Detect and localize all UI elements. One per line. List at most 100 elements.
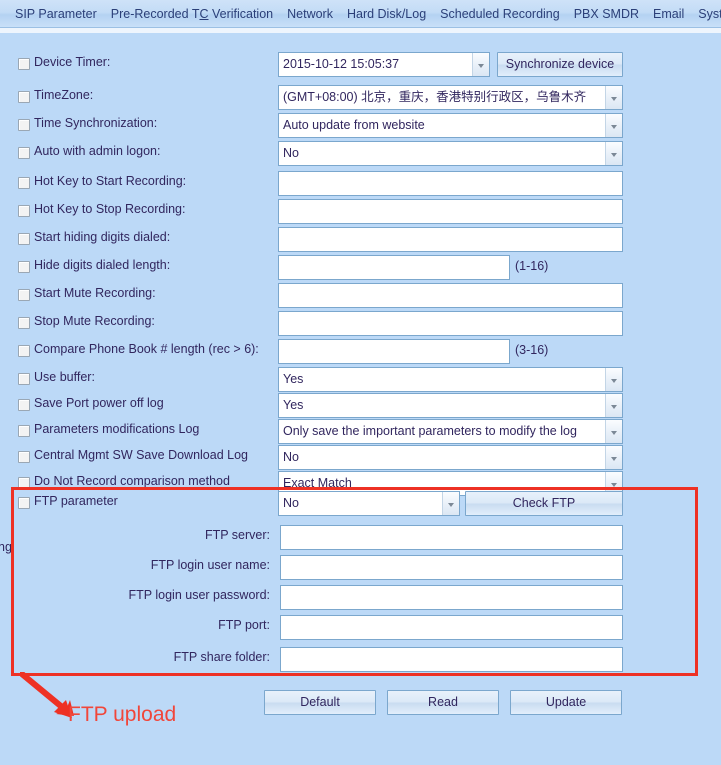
chevron-down-icon[interactable]	[605, 142, 622, 165]
label-stop-mute-recording: Stop Mute Recording:	[34, 314, 155, 328]
checkbox-use-buffer[interactable]	[18, 373, 30, 385]
chevron-down-icon[interactable]	[605, 420, 622, 443]
check-ftp-button[interactable]: Check FTP	[465, 491, 623, 516]
tab-sip-parameter[interactable]: SIP Parameter	[8, 1, 104, 27]
select-time-synchronization[interactable]: Auto update from website	[278, 113, 623, 138]
checkbox-time-synchronization[interactable]	[18, 119, 30, 131]
annotation-label-ftp-upload: FTP upload	[68, 703, 177, 726]
chevron-down-icon[interactable]	[605, 394, 622, 417]
select-save-port-power-off-log[interactable]: Yes	[278, 393, 623, 418]
input-stop-mute-recording[interactable]	[278, 311, 623, 336]
checkbox-hotkey-stop-recording[interactable]	[18, 205, 30, 217]
select-parameters-modifications-log[interactable]: Only save the important parameters to mo…	[278, 419, 623, 444]
tab-pre-recorded-tc-verification[interactable]: Pre-Recorded TC Verification	[104, 1, 280, 27]
checkbox-parameters-modifications-log[interactable]	[18, 425, 30, 437]
form-row-stop-mute-recording: Stop Mute Recording:	[0, 311, 721, 339]
checkbox-hide-digits-length[interactable]	[18, 261, 30, 273]
input-start-hiding-digits[interactable]	[278, 227, 623, 252]
checkbox-ftp-parameter[interactable]	[18, 497, 30, 509]
input-ftp-port[interactable]	[280, 615, 623, 640]
chevron-down-icon[interactable]	[605, 86, 622, 109]
select-device-timer[interactable]: 2015-10-12 15:05:37	[278, 52, 490, 77]
select-central-mgmt-download-log[interactable]: No	[278, 445, 623, 470]
chevron-down-icon[interactable]	[442, 492, 459, 515]
chevron-down-icon[interactable]	[605, 114, 622, 137]
form-row-parameters-modifications-log: Parameters modifications Log Only save t…	[0, 419, 721, 447]
checkbox-start-mute-recording[interactable]	[18, 289, 30, 301]
checkbox-auto-admin-logon[interactable]	[18, 147, 30, 159]
form-row-start-mute-recording: Start Mute Recording:	[0, 283, 721, 311]
input-hotkey-stop-recording[interactable]	[278, 199, 623, 224]
checkbox-compare-phonebook-length[interactable]	[18, 345, 30, 357]
main-tab-bar: SIP Parameter Pre-Recorded TC Verificati…	[0, 0, 721, 28]
label-parameters-modifications-log: Parameters modifications Log	[34, 422, 200, 436]
tab-system[interactable]: System	[691, 1, 721, 27]
checkbox-timezone[interactable]	[18, 91, 30, 103]
form-row-start-hiding-digits: Start hiding digits dialed:	[0, 227, 721, 255]
input-hotkey-start-recording[interactable]	[278, 171, 623, 196]
tab-network[interactable]: Network	[280, 1, 340, 27]
form-row-timezone: TimeZone: (GMT+08:00) 北京，重庆，香港特别行政区，乌鲁木齐	[0, 85, 721, 113]
select-central-mgmt-download-log-value: No	[283, 450, 299, 464]
clipped-left-text: ng	[0, 540, 12, 554]
tab-email[interactable]: Email	[646, 1, 691, 27]
select-use-buffer[interactable]: Yes	[278, 367, 623, 392]
checkbox-central-mgmt-download-log[interactable]	[18, 451, 30, 463]
checkbox-hotkey-start-recording[interactable]	[18, 177, 30, 189]
label-ftp-parameter: FTP parameter	[34, 494, 118, 508]
form-row-hide-digits-length: Hide digits dialed length: (1-16)	[0, 255, 721, 283]
select-ftp-parameter-value: No	[283, 496, 299, 510]
hint-compare-phonebook-length: (3-16)	[515, 343, 549, 357]
input-compare-phonebook-length[interactable]	[278, 339, 510, 364]
select-timezone-value: (GMT+08:00) 北京，重庆，香港特别行政区，乌鲁木齐	[283, 90, 587, 104]
label-save-port-power-off-log: Save Port power off log	[34, 396, 164, 410]
chevron-down-icon[interactable]	[605, 446, 622, 469]
input-hide-digits-length[interactable]	[278, 255, 510, 280]
form-row-ftp-parameter: FTP parameter No Check FTP	[0, 491, 721, 519]
checkbox-stop-mute-recording[interactable]	[18, 317, 30, 329]
checkbox-save-port-power-off-log[interactable]	[18, 399, 30, 411]
input-ftp-share-folder[interactable]	[280, 647, 623, 672]
checkbox-device-timer[interactable]	[18, 58, 30, 70]
chevron-down-icon[interactable]	[472, 53, 489, 76]
label-device-timer: Device Timer:	[34, 55, 111, 69]
form-row-ftp-server: FTP server:	[0, 525, 721, 553]
form-row-hotkey-start-recording: Hot Key to Start Recording:	[0, 171, 721, 199]
label-compare-phonebook-length: Compare Phone Book # length (rec > 6):	[34, 342, 259, 356]
select-device-timer-value: 2015-10-12 15:05:37	[283, 57, 400, 71]
checkbox-do-not-record-comparison[interactable]	[18, 477, 30, 489]
label-ftp-login-user-name: FTP login user name:	[150, 558, 270, 572]
select-auto-admin-logon[interactable]: No	[278, 141, 623, 166]
label-ftp-share-folder: FTP share folder:	[173, 650, 270, 664]
form-row-ftp-login-user-name: FTP login user name:	[0, 555, 721, 583]
input-ftp-login-user-name[interactable]	[280, 555, 623, 580]
chevron-down-icon[interactable]	[605, 368, 622, 391]
label-time-synchronization: Time Synchronization:	[34, 116, 158, 130]
tab-hard-disk-log[interactable]: Hard Disk/Log	[340, 1, 433, 27]
input-ftp-server[interactable]	[280, 525, 623, 550]
select-auto-admin-logon-value: No	[283, 146, 299, 160]
tab-scheduled-recording[interactable]: Scheduled Recording	[433, 1, 567, 27]
update-button[interactable]: Update	[510, 690, 622, 715]
default-button[interactable]: Default	[264, 690, 376, 715]
input-start-mute-recording[interactable]	[278, 283, 623, 308]
label-timezone: TimeZone:	[34, 88, 94, 102]
label-hotkey-start-recording: Hot Key to Start Recording:	[34, 174, 187, 188]
label-start-hiding-digits: Start hiding digits dialed:	[34, 230, 171, 244]
checkbox-start-hiding-digits[interactable]	[18, 233, 30, 245]
form-row-ftp-login-user-password: FTP login user password:	[0, 585, 721, 613]
form-row-ftp-port: FTP port:	[0, 615, 721, 643]
label-ftp-port: FTP port:	[218, 618, 270, 632]
select-parameters-modifications-log-value: Only save the important parameters to mo…	[283, 424, 577, 438]
read-button[interactable]: Read	[387, 690, 499, 715]
select-use-buffer-value: Yes	[283, 372, 304, 386]
synchronize-device-button[interactable]: Synchronize device	[497, 52, 623, 77]
select-timezone[interactable]: (GMT+08:00) 北京，重庆，香港特别行政区，乌鲁木齐	[278, 85, 623, 110]
tab-pbx-smdr[interactable]: PBX SMDR	[567, 1, 646, 27]
label-central-mgmt-download-log: Central Mgmt SW Save Download Log	[34, 448, 248, 462]
form-row-use-buffer: Use buffer: Yes	[0, 367, 721, 395]
label-ftp-server: FTP server:	[204, 528, 270, 542]
form-row-hotkey-stop-recording: Hot Key to Stop Recording:	[0, 199, 721, 227]
select-ftp-parameter[interactable]: No	[278, 491, 460, 516]
input-ftp-login-user-password[interactable]	[280, 585, 623, 610]
